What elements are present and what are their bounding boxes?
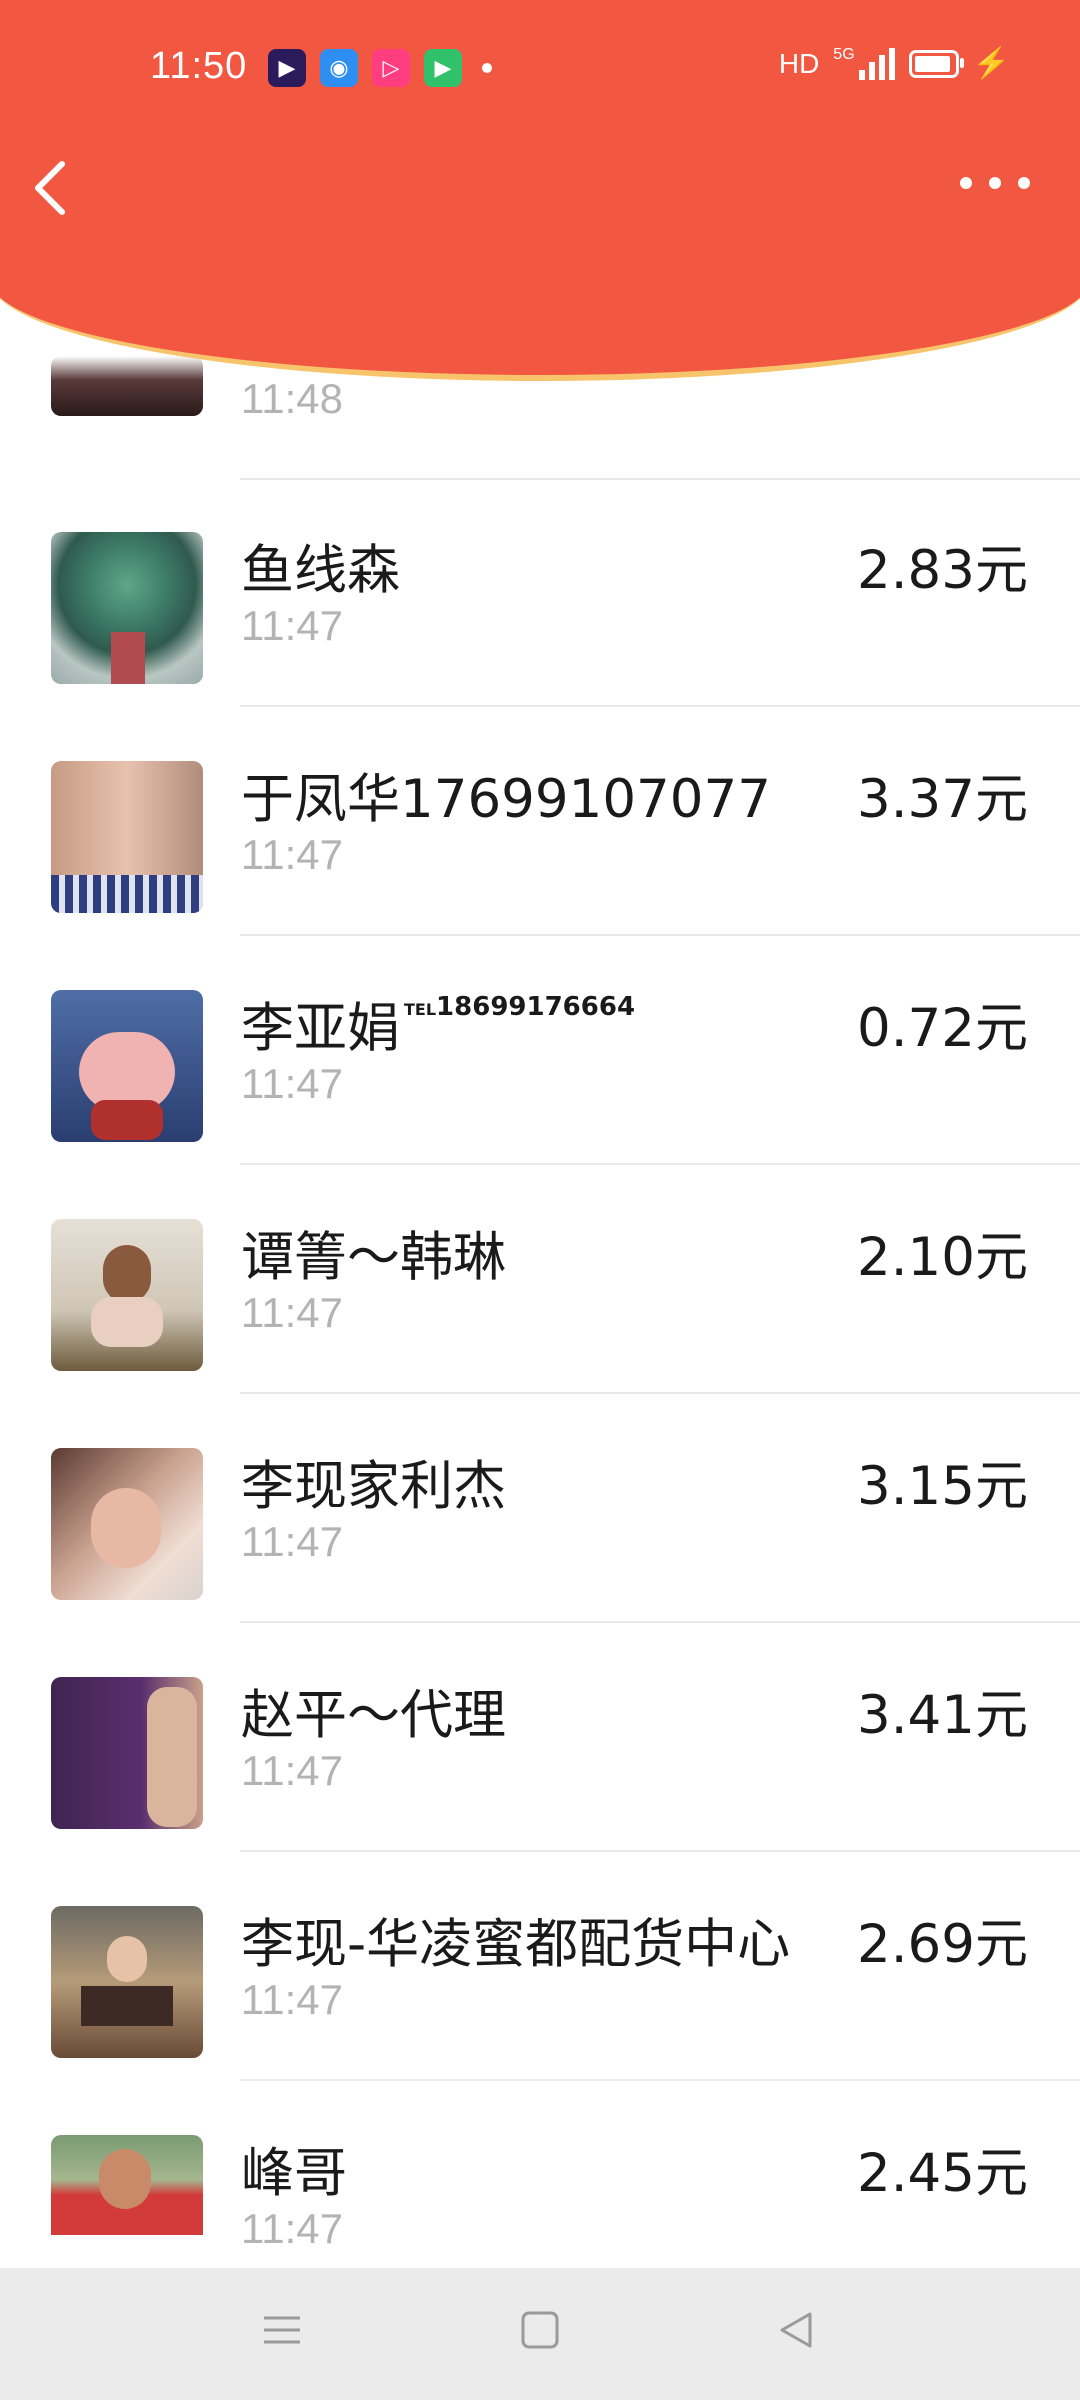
top-navigation [0,150,1080,230]
avatar [51,761,203,913]
video-app-icon: ▶ [268,49,306,87]
list-item[interactable]: 谭箐～韩琳 11:47 2.10元 [0,1165,1080,1394]
list-item[interactable]: 赵平～代理 11:47 3.41元 [0,1623,1080,1852]
receive-time: 11:47 [241,1518,343,1565]
receive-time: 11:47 [241,1289,343,1336]
avatar [51,1219,203,1371]
amount: 3.37元 [856,769,1028,830]
amount: 2.69元 [856,1914,1028,1975]
player-app-icon: ▶ [424,49,462,87]
amount: 3.15元 [856,1456,1028,1517]
home-square-icon[interactable] [520,2310,560,2354]
list-item[interactable]: 李现家利杰 11:47 3.15元 [0,1394,1080,1623]
list-item[interactable]: 李现-华凌蜜都配货中心 11:47 2.69元 [0,1852,1080,2081]
receiver-name: 赵平～代理 [241,1685,506,1746]
hd-label: HD [778,47,820,79]
avatar [51,1677,203,1829]
amount: 2.45元 [856,2143,1028,2204]
receive-time: 11:47 [241,1060,343,1107]
more-dots-icon[interactable] [960,168,1030,198]
receive-time: 11:47 [241,2205,343,2252]
media-app-icon: ▷ [372,49,410,87]
back-triangle-icon[interactable] [776,2310,816,2354]
amount: 2.83元 [856,540,1028,601]
avatar [51,532,203,684]
avatar [51,1448,203,1600]
receiver-name: 于凤华17699107077 [241,769,771,830]
list-item[interactable]: 鱼线森 11:47 2.83元 [0,478,1080,707]
amount: 2.10元 [856,1227,1028,1288]
browser-app-icon: ◉ [320,49,358,87]
avatar [51,1906,203,2058]
amount: 0.72元 [856,998,1028,1059]
more-notifications-dot [482,63,492,73]
amount: 3.41元 [856,1685,1028,1746]
receive-time: 11:48 [241,375,343,422]
avatar [51,2135,203,2235]
receiver-name: 李亚娟 TEL18699176664 [241,992,636,1059]
receive-time: 11:47 [241,831,343,878]
avatar [51,990,203,1142]
charging-icon: ⚡ [972,47,1010,80]
menu-icon[interactable] [262,2310,302,2354]
receiver-name: 谭箐～韩琳 [241,1227,506,1288]
status-indicators: HD 5G ⚡ [779,46,1010,81]
receive-time: 11:47 [241,1747,343,1794]
status-time: 11:50 [150,45,248,87]
signal-icon [858,47,895,80]
list-item[interactable]: 于凤华17699107077 11:47 3.37元 [0,707,1080,936]
receiver-name: 李现-华凌蜜都配货中心 [241,1914,791,1975]
avatar [51,356,203,416]
system-navigation-bar [0,2268,1080,2400]
notification-icons: ▶ ◉ ▷ ▶ [268,49,492,87]
receive-time: 11:47 [241,602,343,649]
receive-time: 11:47 [241,1976,343,2023]
list-item[interactable]: 李亚娟 TEL18699176664 11:47 0.72元 [0,936,1080,1165]
chevron-left-icon[interactable] [28,156,74,220]
receiver-name: 峰哥 [241,2143,347,2204]
battery-icon [908,49,964,78]
receiver-name: 鱼线森 [241,540,400,601]
status-bar: 11:50 ▶ ◉ ▷ ▶ HD 5G ⚡ [0,0,1080,140]
receiver-name: 李现家利杰 [241,1456,506,1517]
network-label: 5G [833,46,855,63]
